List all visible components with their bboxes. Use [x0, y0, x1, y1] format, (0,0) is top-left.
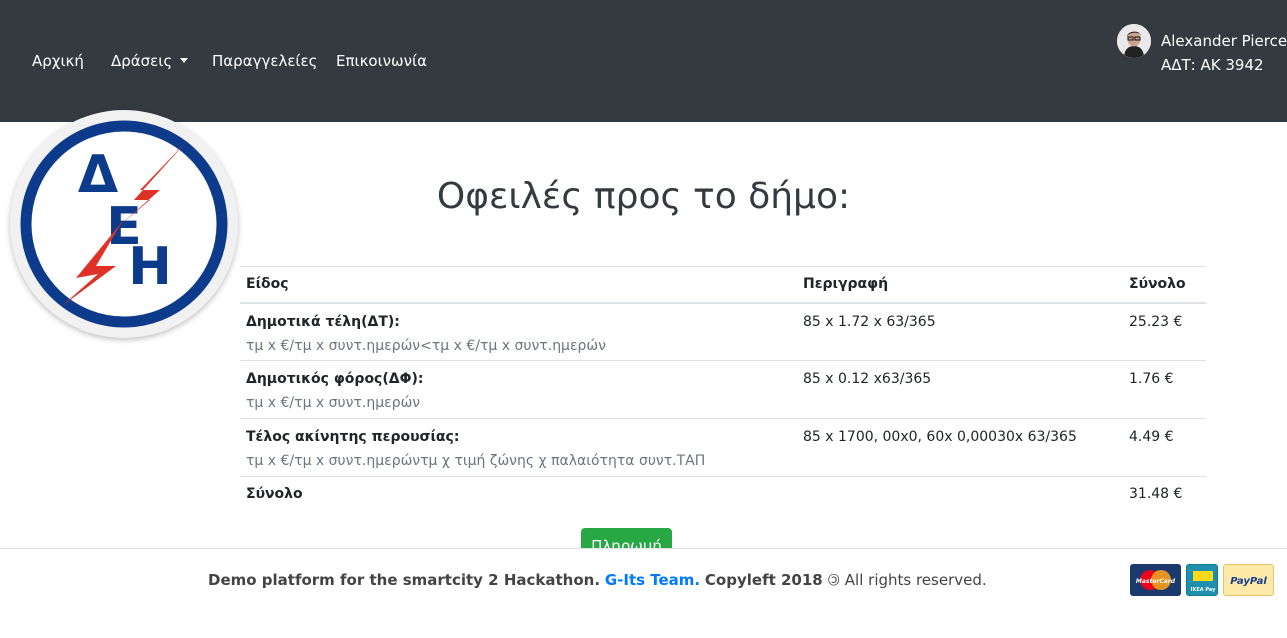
- footer-team-link[interactable]: G-Its Team.: [605, 571, 700, 589]
- column-header-type: Είδος: [240, 266, 797, 304]
- footer: Demo platform for the smartcity 2 Hackat…: [0, 548, 1287, 638]
- row-description: 85 x 0.12 x63/365: [797, 360, 1123, 419]
- avatar: [1117, 24, 1151, 58]
- row-total: 4.49 €: [1123, 418, 1206, 477]
- row-description: 85 x 1.72 x 63/365: [797, 302, 1123, 361]
- ikea-pay-label: IKEA Pay: [1191, 587, 1217, 593]
- row-title: Τέλος ακίνητης περουσίας:: [246, 429, 460, 445]
- user-name: Alexander Pierce: [1161, 32, 1287, 50]
- nav-orders[interactable]: Παραγγελείες: [212, 52, 317, 70]
- footer-rights-text: All rights reserved.: [844, 571, 987, 589]
- row-total: 25.23 €: [1123, 302, 1206, 361]
- mastercard-icon: MasterCard: [1130, 564, 1181, 596]
- nav-contact[interactable]: Επικοινωνία: [336, 52, 427, 70]
- row-formula: τμ x €/τμ x συντ.ημερών<τμ x €/τμ x συντ…: [246, 337, 606, 354]
- table-row: Τέλος ακίνητης περουσίας: τμ x €/τμ x συν…: [240, 418, 1206, 477]
- paypal-icon: PayPal: [1223, 564, 1274, 596]
- nav-home[interactable]: Αρχική: [32, 52, 84, 70]
- row-formula: τμ x €/τμ x συντ.ημερών: [246, 395, 421, 411]
- dei-logo: Δ Ε Η: [10, 110, 238, 338]
- nav-actions-label: Δράσεις: [111, 52, 173, 70]
- column-header-description: Περιγραφή: [797, 266, 1123, 304]
- sum-label: Σύνολο: [246, 486, 303, 502]
- sum-total: 31.48 €: [1123, 476, 1206, 508]
- chevron-down-icon: [180, 58, 189, 63]
- row-total: 1.76 €: [1123, 360, 1206, 419]
- logo-letter-eta: Η: [128, 237, 172, 297]
- table-row: Δημοτικός φόρος(ΔΦ): τμ x €/τμ x συντ.ημε…: [240, 360, 1206, 419]
- page-title-text: Οφειλές προς το δήμο:: [436, 176, 851, 217]
- paypal-label: PayPal: [1230, 576, 1267, 587]
- row-title: Δημοτικός φόρος(ΔΦ):: [246, 371, 424, 387]
- footer-copyleft-text: Copyleft 2018: [704, 571, 823, 589]
- page-title: Οφειλές προς το δήμο:: [0, 176, 1287, 217]
- row-title: Δημοτικά τέλη(ΔΤ):: [246, 313, 400, 330]
- debts-table: Είδος Περιγραφή Σύνολο Δημοτικά τέλη(ΔΤ)…: [240, 266, 1206, 508]
- payment-cards: MasterCard IKEA Pay PayPal: [1130, 564, 1274, 596]
- footer-text: Demo platform for the smartcity 2 Hackat…: [208, 569, 987, 590]
- row-formula: τμ x €/τμ x συντ.ημερώντμ χ τιμή ζώνης χ…: [246, 453, 706, 469]
- footer-platform-text: Demo platform for the smartcity 2 Hackat…: [208, 571, 601, 589]
- copyleft-icon: 🄯: [827, 571, 840, 589]
- ikea-pay-icon: IKEA Pay: [1186, 564, 1218, 596]
- table-sum-row: Σύνολο 31.48 €: [240, 476, 1206, 508]
- mastercard-label: MasterCard: [1136, 578, 1176, 585]
- column-header-total: Σύνολο: [1123, 266, 1206, 304]
- row-description: 85 x 1700, 00x0, 60x 0,00030x 63/365: [797, 418, 1123, 477]
- user-id: ΑΔΤ: ΑΚ 3942: [1161, 56, 1264, 74]
- table-row: Δημοτικά τέλη(ΔΤ): τμ x €/τμ x συντ.ημερώ…: [240, 302, 1206, 361]
- top-navbar: Αρχική Δράσεις Παραγγελείες Επικοινωνία …: [0, 0, 1287, 122]
- nav-actions-dropdown[interactable]: Δράσεις: [111, 52, 189, 70]
